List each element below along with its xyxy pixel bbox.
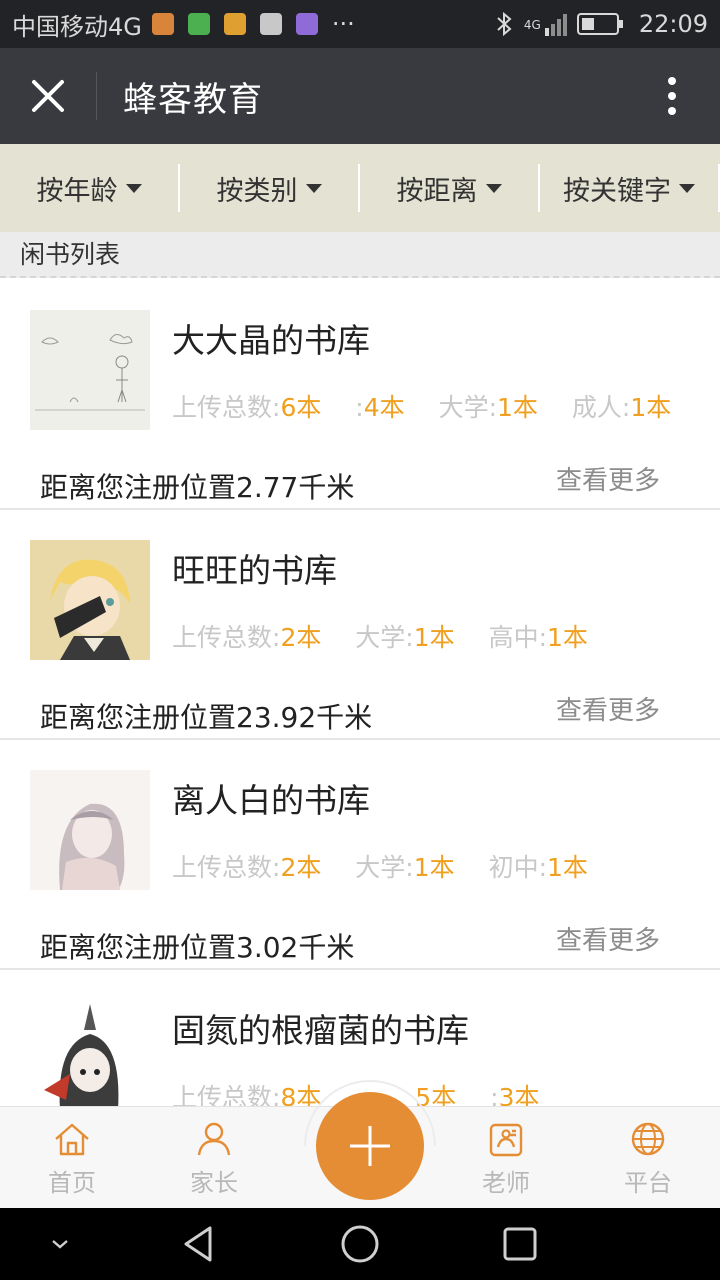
home-circle-icon	[341, 1225, 379, 1263]
page-title: 蜂客教育	[123, 79, 263, 120]
stat-adult: 成人:1本	[571, 393, 672, 422]
library-name: 旺旺的书库	[172, 551, 337, 590]
caret-down-icon	[679, 183, 695, 193]
nav-teacher[interactable]: 老师	[446, 1107, 566, 1209]
library-distance: 距离您注册位置3.02千米	[40, 931, 355, 964]
filter-age[interactable]: 按年龄	[0, 164, 180, 212]
back-triangle-icon	[184, 1226, 212, 1262]
caret-down-icon	[485, 183, 502, 193]
close-button[interactable]	[0, 48, 96, 144]
library-name: 离人白的书库	[172, 781, 370, 820]
library-item[interactable]: 大大晶的书库 上传总数:6本 :4本 大学:1本 成人:1本 距离您注册位置2.…	[0, 280, 720, 510]
library-stats: 上传总数:6本 :4本 大学:1本 成人:1本	[172, 388, 697, 424]
library-distance: 距离您注册位置2.77千米	[40, 471, 355, 504]
filter-label: 按年龄	[36, 175, 118, 207]
library-name: 固氮的根瘤菌的书库	[172, 1011, 469, 1050]
library-stats: 上传总数:2本 大学:1本 高中:1本	[172, 618, 614, 654]
notification-app-icon	[223, 13, 246, 35]
library-list: 大大晶的书库 上传总数:6本 :4本 大学:1本 成人:1本 距离您注册位置2.…	[0, 280, 720, 1200]
overflow-indicator: ···	[331, 10, 355, 38]
stat-total: 上传总数:2本	[172, 623, 322, 652]
library-stats: 上传总数:2本 大学:1本 初中:1本	[172, 848, 614, 884]
nav-home[interactable]: 首页	[12, 1107, 132, 1209]
add-button[interactable]	[316, 1092, 424, 1200]
bluetooth-icon	[497, 11, 512, 37]
home-icon	[55, 1123, 89, 1155]
library-item[interactable]: 旺旺的书库 上传总数:2本 大学:1本 高中:1本 距离您注册位置23.92千米…	[0, 510, 720, 740]
close-icon	[32, 80, 64, 112]
screen: 中国移动4G ··· 4G 22:09 蜂客教育 按年龄 按类别 按距离 按关键…	[0, 0, 720, 1280]
filter-keyword[interactable]: 按关键字	[540, 164, 720, 212]
view-more-link[interactable]: 查看更多	[556, 460, 660, 497]
caret-down-icon	[305, 183, 322, 193]
parent-icon	[197, 1122, 231, 1155]
view-more-link[interactable]: 查看更多	[556, 690, 660, 727]
library-avatar	[30, 1000, 150, 1120]
library-avatar	[30, 540, 150, 660]
battery-icon	[576, 13, 623, 35]
chevron-down-icon	[52, 1240, 68, 1249]
network-type: 4G	[523, 18, 541, 32]
library-item[interactable]: 离人白的书库 上传总数:2本 大学:1本 初中:1本 距离您注册位置3.02千米…	[0, 740, 720, 970]
filter-bar: 按年龄 按类别 按距离 按关键字	[0, 144, 720, 232]
globe-icon	[631, 1122, 665, 1155]
view-more-link[interactable]: 查看更多	[556, 920, 660, 957]
title-bar: 蜂客教育	[0, 48, 720, 144]
teacher-icon	[489, 1123, 523, 1156]
filter-label: 按距离	[396, 175, 478, 207]
notification-app-icon	[151, 13, 174, 35]
stat-unnamed: :4本	[355, 393, 405, 422]
back-button[interactable]	[178, 1222, 222, 1266]
filter-distance[interactable]: 按距离	[360, 164, 540, 212]
library-distance: 距离您注册位置23.92千米	[40, 701, 373, 734]
filter-category[interactable]: 按类别	[180, 164, 360, 212]
recents-button[interactable]	[498, 1222, 542, 1266]
hide-nav-button[interactable]	[38, 1222, 82, 1266]
stat-high-school: 高中:1本	[488, 623, 588, 652]
clock: 22:09	[638, 10, 708, 38]
more-options-button[interactable]	[624, 48, 720, 144]
library-avatar	[30, 310, 150, 430]
stat-middle-school: 初中:1本	[488, 853, 588, 882]
nav-parent[interactable]: 家长	[154, 1107, 274, 1209]
nav-label: 首页	[48, 1168, 96, 1197]
status-bar: 中国移动4G ··· 4G 22:09	[0, 0, 720, 48]
gallery-icon	[295, 13, 318, 35]
stat-university: 大学:1本	[355, 853, 455, 882]
filter-label: 按类别	[216, 175, 298, 207]
nav-label: 老师	[482, 1168, 530, 1197]
nav-label: 平台	[624, 1168, 672, 1197]
system-navigation-bar	[0, 1208, 720, 1280]
section-title: 闲书列表	[0, 232, 720, 278]
plus-icon	[350, 1126, 390, 1166]
nav-platform[interactable]: 平台	[588, 1107, 708, 1209]
home-system-button[interactable]	[338, 1222, 382, 1266]
notification-app-icon	[187, 13, 210, 35]
carrier-label: 中国移动4G	[12, 12, 142, 41]
status-right: 4G 22:09	[494, 10, 708, 38]
mail-icon	[259, 13, 282, 35]
filter-label: 按关键字	[563, 175, 671, 207]
library-avatar	[30, 770, 150, 890]
stat-total: 上传总数:6本	[172, 393, 322, 422]
caret-down-icon	[125, 183, 142, 193]
stat-university: 大学:1本	[355, 623, 455, 652]
more-vertical-icon	[668, 77, 676, 115]
title-divider	[96, 72, 97, 120]
library-name: 大大晶的书库	[172, 321, 370, 360]
stat-total: 上传总数:2本	[172, 853, 322, 882]
signal-icon	[544, 12, 567, 36]
stat-university: 大学:1本	[438, 393, 538, 422]
nav-label: 家长	[190, 1168, 238, 1197]
recents-square-icon	[503, 1227, 537, 1261]
